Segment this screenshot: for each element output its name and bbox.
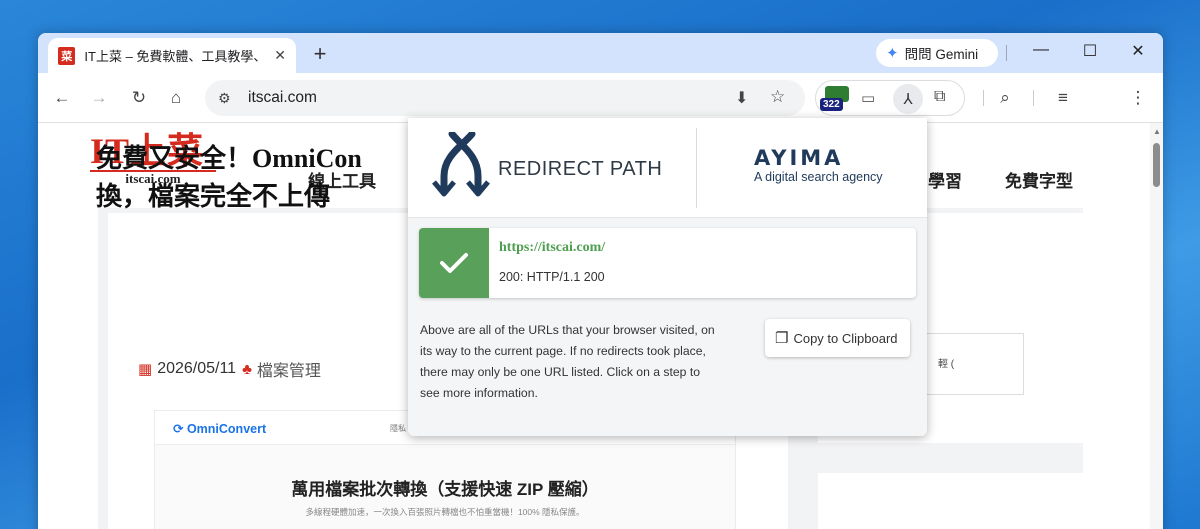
redirect-path-popup: REDIRECT PATH AYIMA A digital search age…: [408, 118, 927, 436]
nav-item-learning[interactable]: 學習: [928, 167, 962, 192]
redirect-path-extension-icon[interactable]: ⅄: [893, 84, 923, 114]
calendar-icon: ▦: [138, 361, 153, 378]
extension-badge: 322: [820, 98, 843, 111]
close-window-button[interactable]: ✕: [1126, 41, 1150, 61]
scroll-thumb[interactable]: [1153, 143, 1160, 187]
copy-to-clipboard-button[interactable]: ❐ Copy to Clipboard: [765, 319, 910, 357]
nav-item-fonts[interactable]: 免費字型: [1005, 167, 1073, 192]
active-tab[interactable]: 菜 IT上菜 – 免費軟體、工具教學、 ✕: [48, 38, 296, 73]
toolbar-divider: [983, 90, 984, 106]
ayima-logo[interactable]: AYIMA: [754, 146, 843, 170]
clipboard-icon: ❐: [775, 330, 789, 347]
tab-search-icon[interactable]: ⌕: [994, 88, 1016, 108]
reload-icon[interactable]: ↻: [128, 88, 150, 108]
tabstrip-divider: [1006, 45, 1007, 61]
home-icon[interactable]: ⌂: [165, 88, 187, 108]
extensions-group: 322 ▭ ⅄ ⧉: [815, 80, 965, 116]
preview-heading: 萬用檔案批次轉換（支援快速 ZIP 壓縮）: [291, 480, 599, 499]
tab-strip: 菜 IT上菜 – 免費軟體、工具教學、 ✕ + ✦ 問問 Gemini — ☐ …: [38, 33, 1163, 73]
preview-logo: ⟳ OmniConvert: [173, 422, 267, 436]
step-status-code: 200: HTTP/1.1 200: [499, 270, 605, 284]
redirect-step-row[interactable]: https://itscai.com/ 200: HTTP/1.1 200: [419, 228, 916, 298]
preview-nav-text: 隱私: [390, 424, 406, 433]
minimize-button[interactable]: —: [1029, 41, 1053, 59]
article-meta: ▦ 2026/05/11 ♣ 檔案管理: [138, 357, 321, 381]
site-favicon-icon: 菜: [58, 46, 76, 65]
status-success-badge: [419, 228, 489, 298]
checkmark-icon: [440, 253, 468, 273]
gemini-sparkle-icon: ✦: [886, 45, 899, 62]
header-divider: [696, 128, 697, 208]
page-scrollbar[interactable]: ▲: [1150, 123, 1163, 529]
browser-toolbar: ← → ↻ ⌂ ⚙ itscai.com ⬇ ☆ 322 ▭ ⅄ ⧉ ⌕ ≡ ⋮: [38, 73, 1163, 123]
category-sitemap-icon: ♣: [242, 360, 252, 378]
extension-chat-icon[interactable]: ▭: [861, 89, 875, 107]
address-bar[interactable]: ⚙ itscai.com ⬇ ☆: [205, 80, 805, 116]
article-date: 2026/05/11: [157, 360, 237, 377]
sidebar-card-2: [818, 473, 1083, 529]
ayima-tagline: A digital search agency: [754, 170, 883, 184]
install-app-icon[interactable]: ⬇: [735, 88, 748, 108]
copy-button-label: Copy to Clipboard: [793, 330, 898, 346]
popup-title: REDIRECT PATH: [498, 158, 663, 180]
extensions-puzzle-icon[interactable]: ⧉: [934, 88, 945, 106]
tab-title: IT上菜 – 免費軟體、工具教學、: [84, 49, 267, 64]
popup-description: Above are all of the URLs that your brow…: [420, 323, 715, 400]
gemini-label: 問問 Gemini: [904, 47, 979, 62]
bookmark-star-icon[interactable]: ☆: [770, 87, 785, 107]
popup-header: REDIRECT PATH AYIMA A digital search age…: [408, 118, 927, 218]
tab-close-icon[interactable]: ✕: [274, 47, 286, 64]
menu-kebab-icon[interactable]: ⋮: [1127, 88, 1149, 108]
step-url[interactable]: https://itscai.com/: [499, 240, 605, 256]
forward-icon[interactable]: →: [88, 88, 110, 108]
ask-gemini-button[interactable]: ✦ 問問 Gemini: [876, 39, 998, 67]
back-icon[interactable]: ←: [51, 88, 73, 108]
article-category[interactable]: 檔案管理: [257, 357, 321, 381]
new-tab-button[interactable]: +: [308, 41, 332, 67]
address-url[interactable]: itscai.com: [248, 89, 317, 107]
scroll-up-arrow-icon[interactable]: ▲: [1153, 127, 1161, 136]
sidebar-box-text: 輕 (: [938, 359, 955, 370]
site-info-icon[interactable]: ⚙: [218, 90, 236, 107]
maximize-button[interactable]: ☐: [1078, 41, 1102, 61]
toolbar-divider: [1033, 90, 1034, 106]
preview-subtext: 多線程硬體加速，一次換入百張照片轉檔也不怕重當機！100% 隱私保護。: [305, 507, 585, 517]
reading-list-icon[interactable]: ≡: [1052, 88, 1074, 108]
redirect-path-logo-icon: [432, 132, 490, 197]
